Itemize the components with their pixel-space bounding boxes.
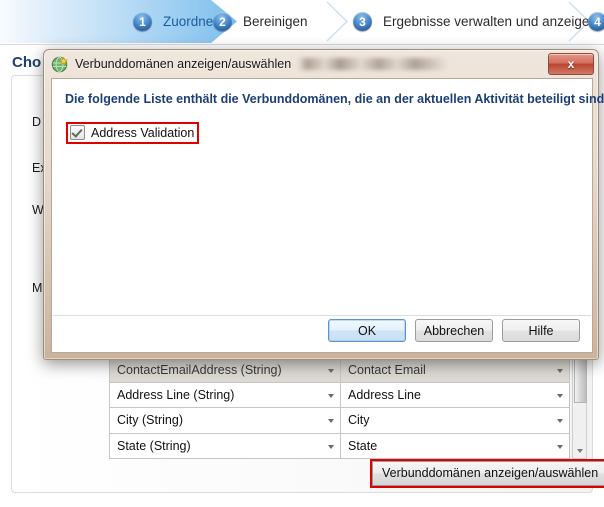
chevron-down-icon[interactable] — [557, 444, 563, 449]
chevron-down-icon[interactable] — [557, 393, 563, 398]
help-button[interactable]: Hilfe — [502, 319, 580, 342]
field-mapping-table: ContactEmailAddress (String) Contact Ema… — [109, 357, 587, 459]
wizard-step-1[interactable]: 1 Zuordnen — [133, 0, 221, 43]
close-button[interactable]: x — [548, 53, 594, 75]
dialog-button-row: OK Abbrechen Hilfe — [328, 319, 580, 342]
target-field-dropdown[interactable]: Contact Email — [340, 357, 570, 383]
target-field-value: City — [348, 413, 370, 428]
wizard-step-1-number: 1 — [133, 12, 152, 31]
source-field-dropdown[interactable]: ContactEmailAddress (String) — [109, 357, 341, 383]
chevron-down-icon[interactable] — [557, 419, 563, 424]
target-field-value: Address Line — [348, 387, 421, 402]
table-row[interactable]: City (String) City — [109, 407, 571, 434]
table-vertical-scrollbar[interactable] — [572, 357, 587, 459]
target-field-value: State — [348, 438, 378, 453]
wizard-step-4-number: 4 — [588, 12, 604, 31]
dialog-title: Verbunddomänen anzeigen/auswählen — [75, 57, 292, 71]
source-field-dropdown[interactable]: State (String) — [109, 432, 341, 459]
globe-icon — [51, 56, 68, 72]
background-label-4: M — [32, 281, 43, 295]
show-select-linked-domains-button[interactable]: Verbunddomänen anzeigen/auswählen — [372, 461, 604, 486]
source-field-value: Address Line (String) — [117, 387, 235, 402]
wizard-step-3[interactable]: 3 Ergebnisse verwalten und anzeigen — [353, 0, 597, 43]
step-separator-chevron-icon — [325, 0, 351, 43]
wizard-step-2-number: 2 — [213, 12, 232, 31]
page-title: Cho — [12, 54, 42, 71]
table-row[interactable]: Address Line (String) Address Line — [109, 381, 571, 408]
scroll-down-icon[interactable] — [577, 449, 583, 453]
address-validation-checkbox[interactable] — [70, 125, 85, 140]
linked-domains-dialog: Verbunddomänen anzeigen/auswählen x Die … — [43, 49, 604, 360]
wizard-step-2-label: Bereinigen — [243, 14, 308, 29]
wizard-step-bar: 1 Zuordnen 2 Bereinigen 3 Ergebnisse ver… — [0, 0, 604, 45]
wizard-step-3-label: Ergebnisse verwalten und anzeigen — [383, 14, 597, 29]
chevron-down-icon[interactable] — [328, 419, 334, 424]
target-field-dropdown[interactable]: State — [340, 432, 570, 459]
dialog-body: Die folgende Liste enthält die Verbunddo… — [51, 78, 604, 353]
source-field-dropdown[interactable]: Address Line (String) — [109, 381, 341, 408]
table-row[interactable]: ContactEmailAddress (String) Contact Ema… — [109, 357, 571, 383]
show-domains-button-highlight: Verbunddomänen anzeigen/auswählen — [370, 459, 604, 488]
domain-checkbox-highlight: Address Validation — [66, 122, 200, 144]
source-field-value: State (String) — [117, 438, 191, 453]
chevron-down-icon[interactable] — [328, 393, 334, 398]
target-field-dropdown[interactable]: City — [340, 407, 570, 434]
source-field-value: City (String) — [117, 413, 183, 428]
address-validation-label: Address Validation — [91, 125, 195, 140]
wizard-step-3-number: 3 — [353, 12, 372, 31]
background-label-1: D — [32, 115, 42, 129]
scrollbar-thumb[interactable] — [574, 359, 587, 403]
chevron-down-icon[interactable] — [328, 444, 334, 449]
ok-button[interactable]: OK — [328, 319, 406, 342]
screen: 1 Zuordnen 2 Bereinigen 3 Ergebnisse ver… — [0, 0, 604, 507]
dialog-title-bar[interactable]: Verbunddomänen anzeigen/auswählen x — [44, 50, 598, 78]
redacted-title-text — [298, 58, 449, 70]
table-row[interactable]: State (String) State — [109, 432, 571, 459]
chevron-down-icon[interactable] — [328, 368, 334, 373]
cancel-button[interactable]: Abbrechen — [415, 319, 493, 342]
wizard-step-2[interactable]: 2 Bereinigen — [213, 0, 308, 43]
source-field-value: ContactEmailAddress (String) — [117, 362, 282, 377]
dialog-message: Die folgende Liste enthält die Verbunddo… — [65, 92, 604, 106]
dialog-separator — [53, 315, 591, 316]
wizard-step-4[interactable]: 4 — [588, 0, 604, 43]
target-field-value: Contact Email — [348, 362, 426, 377]
chevron-down-icon[interactable] — [557, 368, 563, 373]
target-field-dropdown[interactable]: Address Line — [340, 381, 570, 408]
source-field-dropdown[interactable]: City (String) — [109, 407, 341, 434]
